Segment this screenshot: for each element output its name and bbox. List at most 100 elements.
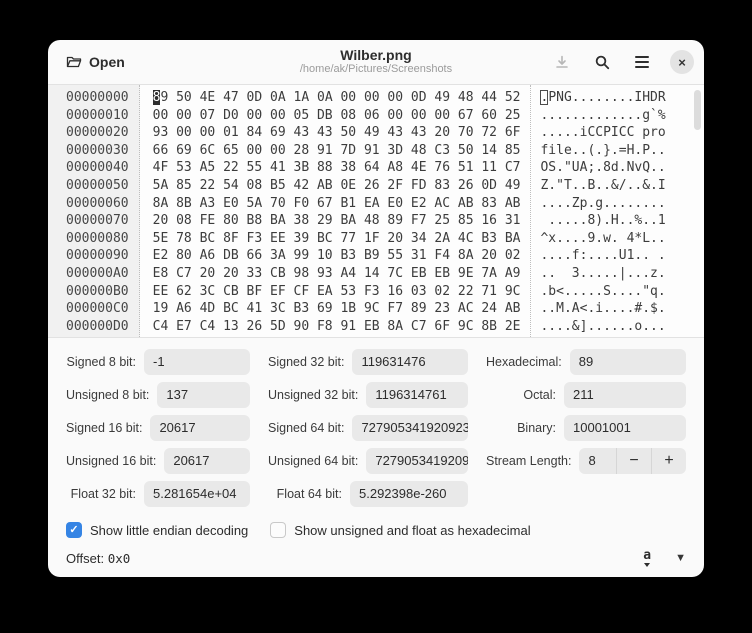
status-actions: a ▼ bbox=[643, 549, 686, 567]
hex-offset-cell: 00000060 bbox=[66, 195, 129, 213]
hex-offset-cell: 000000A0 bbox=[66, 265, 129, 283]
hex-byte-row[interactable]: 8A 8B A3 E0 5A 70 F0 67 B1 EA E0 E2 AC A… bbox=[153, 195, 521, 213]
ascii-row[interactable]: .b<.....S...."q. bbox=[540, 283, 698, 301]
conversion-value-field[interactable]: 89 bbox=[570, 349, 686, 375]
ascii-row[interactable]: file..(.}.=H.P.. bbox=[540, 142, 698, 160]
hex-offset-column: 0000000000000010000000200000003000000040… bbox=[48, 85, 140, 337]
checkbox-label: Show little endian decoding bbox=[90, 523, 248, 538]
conversion-label: Float 64 bit: bbox=[268, 487, 342, 501]
conversion-value-field[interactable]: 137 bbox=[157, 382, 250, 408]
hex-byte-row[interactable]: 4F 53 A5 22 55 41 3B 88 38 64 A8 4E 76 5… bbox=[153, 159, 521, 177]
conversion-value-field[interactable]: -1 bbox=[144, 349, 250, 375]
ascii-row[interactable]: ^x....9.w. 4*L.. bbox=[540, 230, 698, 248]
conversion-row: Float 32 bit: 5.281654e+04 bbox=[66, 481, 250, 507]
save-button[interactable] bbox=[550, 50, 574, 74]
hex-byte-row[interactable]: 5A 85 22 54 08 B5 42 AB 0E 26 2F FD 83 2… bbox=[153, 177, 521, 195]
conversion-value-field[interactable]: 211 bbox=[564, 382, 686, 408]
stream-length-spinner: 8−+ bbox=[579, 448, 686, 474]
hex-byte-row[interactable]: 89 50 4E 47 0D 0A 1A 0A 00 00 00 0D 49 4… bbox=[153, 89, 521, 107]
conversion-value-field[interactable]: 20617 bbox=[150, 415, 250, 441]
offset-label: Offset: bbox=[66, 551, 104, 566]
ascii-row[interactable]: ....&]......o... bbox=[540, 318, 698, 336]
checkbox-option[interactable]: Show unsigned and float as hexadecimal bbox=[270, 522, 530, 538]
ascii-row[interactable]: ....Zp.g........ bbox=[540, 195, 698, 213]
hex-byte-row[interactable]: EE 62 3C CB BF EF CF EA 53 F3 16 03 02 2… bbox=[153, 283, 521, 301]
conversion-row: Unsigned 32 bit:1196314761 bbox=[268, 382, 468, 408]
ascii-column[interactable]: .PNG........IHDR.............g`%.....iCC… bbox=[531, 85, 704, 337]
conversion-row: Unsigned 64 bit: 7279053419209237 bbox=[268, 448, 468, 474]
statusbar-dropdown-button[interactable]: ▼ bbox=[675, 552, 686, 564]
conversion-label: Signed 16 bit: bbox=[66, 421, 142, 435]
conversion-value-field[interactable]: 119631476 bbox=[352, 349, 468, 375]
stream-length-value[interactable]: 8 bbox=[579, 448, 616, 474]
conversion-row: Signed 8 bit:-1 bbox=[66, 349, 250, 375]
ascii-row[interactable]: Z."T..B..&/..&.I bbox=[540, 177, 698, 195]
conversion-value-field[interactable]: 1196314761 bbox=[366, 382, 468, 408]
conversion-value-field[interactable]: 7279053419209237 bbox=[352, 415, 468, 441]
hex-byte-row[interactable]: 5E 78 BC 8F F3 EE 39 BC 77 1F 20 34 2A 4… bbox=[153, 230, 521, 248]
close-button[interactable]: × bbox=[670, 50, 694, 74]
ascii-cursor-cell: . bbox=[540, 90, 548, 105]
conversion-value-field[interactable]: 20617 bbox=[164, 448, 250, 474]
conversion-row: Hexadecimal:89 bbox=[486, 349, 686, 375]
hex-byte-row[interactable]: 20 08 FE 80 B8 BA 38 29 BA 48 89 F7 25 8… bbox=[153, 212, 521, 230]
conversion-label: Signed 64 bit: bbox=[268, 421, 344, 435]
conversion-label: Float 32 bit: bbox=[66, 487, 136, 501]
hamburger-menu-icon bbox=[635, 56, 649, 68]
offset-status: Offset: 0x0 bbox=[66, 551, 130, 566]
search-button[interactable] bbox=[590, 50, 614, 74]
conversion-row: Float 64 bit: 5.292398e-260 bbox=[268, 481, 468, 507]
hex-offset-cell: 00000010 bbox=[66, 107, 129, 125]
checkbox-unchecked[interactable] bbox=[270, 522, 286, 538]
ascii-row[interactable]: ....f:....U1.. . bbox=[540, 247, 698, 265]
insert-mode-button[interactable]: a bbox=[643, 549, 651, 567]
menu-button[interactable] bbox=[630, 50, 654, 74]
hex-byte-row[interactable]: E2 80 A6 DB 66 3A 99 10 B3 B9 55 31 F4 8… bbox=[153, 247, 521, 265]
hex-offset-cell: 00000000 bbox=[66, 89, 129, 107]
offset-value: 0x0 bbox=[108, 551, 131, 566]
ascii-row[interactable]: OS."UA;.8d.NvQ.. bbox=[540, 159, 698, 177]
stream-length-increase-button[interactable]: + bbox=[651, 448, 686, 474]
ascii-row[interactable]: ..M.A<.i....#.$. bbox=[540, 300, 698, 318]
checkbox-option[interactable]: ✓ Show little endian decoding bbox=[66, 522, 248, 538]
hex-byte-row[interactable]: C4 E7 C4 13 26 5D 90 F8 91 EB 8A C7 6F 9… bbox=[153, 318, 521, 336]
hex-byte-row[interactable]: 19 A6 4D BC 41 3C B3 69 1B 9C F7 89 23 A… bbox=[153, 300, 521, 318]
hex-offset-cell: 00000040 bbox=[66, 159, 129, 177]
hex-offset-cell: 00000070 bbox=[66, 212, 129, 230]
hex-byte-row[interactable]: 66 69 6C 65 00 00 28 91 7D 91 3D 48 C3 5… bbox=[153, 142, 521, 160]
conversion-label: Binary: bbox=[486, 421, 556, 435]
stream-length-decrease-button[interactable]: − bbox=[616, 448, 651, 474]
ascii-row[interactable]: .............g`% bbox=[540, 107, 698, 125]
hex-offset-cell: 000000C0 bbox=[66, 300, 129, 318]
header-bar: Open Wilber.png /home/ak/Pictures/Screen… bbox=[48, 40, 704, 84]
hex-byte-row[interactable]: 93 00 00 01 84 69 43 43 50 49 43 43 20 7… bbox=[153, 124, 521, 142]
conversion-value-field[interactable]: 10001001 bbox=[564, 415, 686, 441]
search-icon bbox=[594, 54, 611, 71]
hex-view: 0000000000000010000000200000003000000040… bbox=[48, 84, 704, 338]
hex-byte-row[interactable]: 00 00 07 D0 00 00 05 DB 08 06 00 00 00 6… bbox=[153, 107, 521, 125]
conversion-value-field[interactable]: 5.292398e-260 bbox=[350, 481, 468, 507]
conversion-row: Stream Length:8−+ bbox=[486, 448, 686, 474]
checkbox-checked[interactable]: ✓ bbox=[66, 522, 82, 538]
chevron-down-icon: ▼ bbox=[675, 552, 686, 564]
vertical-scrollbar[interactable] bbox=[694, 90, 701, 130]
ascii-row[interactable]: .....iCCPICC pro bbox=[540, 124, 698, 142]
hex-offset-cell: 00000090 bbox=[66, 247, 129, 265]
conversion-label: Unsigned 64 bit: bbox=[268, 454, 358, 468]
ascii-row[interactable]: .....8).H..%..1 bbox=[540, 212, 698, 230]
ascii-row[interactable]: .. 3.....|...z. bbox=[540, 265, 698, 283]
ascii-row[interactable]: .PNG........IHDR bbox=[540, 89, 698, 107]
window-title: Wilber.png bbox=[168, 48, 584, 63]
hex-editor-window: Open Wilber.png /home/ak/Pictures/Screen… bbox=[48, 40, 704, 577]
open-button[interactable]: Open bbox=[58, 49, 133, 75]
conversion-value-field[interactable]: 5.281654e+04 bbox=[144, 481, 250, 507]
hex-byte-column[interactable]: 89 50 4E 47 0D 0A 1A 0A 00 00 00 0D 49 4… bbox=[140, 85, 532, 337]
hex-byte-row[interactable]: E8 C7 20 20 33 CB 98 93 A4 14 7C EB EB 9… bbox=[153, 265, 521, 283]
conversion-value-field[interactable]: 7279053419209237 bbox=[366, 448, 468, 474]
conversion-row: Unsigned 16 bit:20617 bbox=[66, 448, 250, 474]
open-button-label: Open bbox=[89, 54, 125, 70]
options-row: ✓ Show little endian decoding Show unsigne… bbox=[48, 507, 704, 538]
conv-col-1: Signed 32 bit:119631476Unsigned 32 bit:1… bbox=[268, 349, 468, 507]
hex-cursor: 8 bbox=[153, 90, 161, 105]
conversion-label: Octal: bbox=[486, 388, 556, 402]
